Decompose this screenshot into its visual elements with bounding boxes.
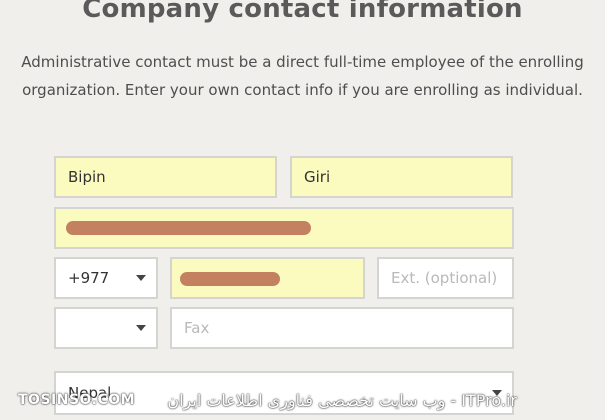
phone-redaction — [180, 272, 280, 286]
email-redaction — [66, 221, 311, 235]
chevron-down-icon — [492, 390, 502, 396]
phone-country-code-value: +977 — [68, 269, 110, 287]
first-name-value: Bipin — [68, 168, 106, 186]
chevron-down-icon — [136, 275, 146, 281]
last-name-value: Giri — [304, 168, 331, 186]
fax-country-code-select[interactable] — [54, 307, 158, 349]
fax-placeholder: Fax — [184, 319, 210, 337]
country-select[interactable]: Nepal — [54, 371, 514, 415]
chevron-down-icon — [136, 325, 146, 331]
phone-country-code-select[interactable]: +977 — [54, 257, 158, 299]
page-title: Company contact information — [82, 0, 523, 24]
first-name-field[interactable]: Bipin — [54, 156, 277, 198]
extension-placeholder: Ext. (optional) — [391, 269, 498, 287]
email-field[interactable] — [54, 207, 514, 249]
extension-field[interactable]: Ext. (optional) — [377, 257, 514, 299]
form-description: Administrative contact must be a direct … — [21, 53, 584, 99]
phone-field[interactable] — [170, 257, 365, 299]
country-value: Nepal — [68, 384, 112, 402]
last-name-field[interactable]: Giri — [290, 156, 513, 198]
fax-field[interactable]: Fax — [170, 307, 514, 349]
